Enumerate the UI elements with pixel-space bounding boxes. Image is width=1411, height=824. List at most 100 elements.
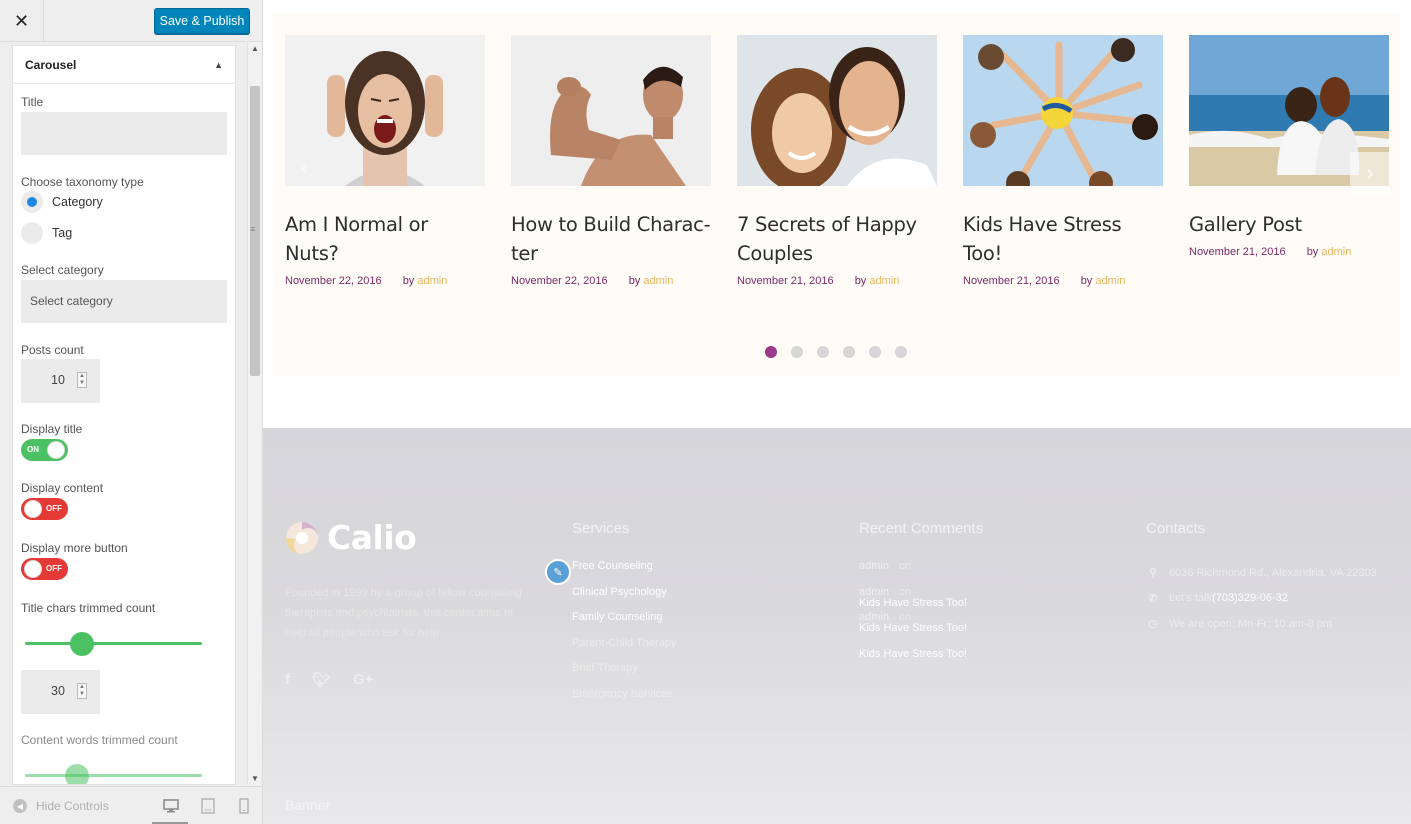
- spinner-icon[interactable]: ▲ ▼: [77, 683, 87, 699]
- section-header[interactable]: Carousel ▲: [13, 46, 235, 84]
- comment-author[interactable]: admin: [859, 560, 889, 572]
- post-meta: November 21, 2016 by admin: [963, 275, 1163, 287]
- title-trim-value: 30: [51, 684, 65, 698]
- service-link[interactable]: Family Counseling: [572, 611, 676, 637]
- post-thumbnail-screaming-woman[interactable]: [285, 35, 485, 186]
- post-title[interactable]: Gallery Post: [1189, 210, 1389, 239]
- post-author[interactable]: admin: [1321, 246, 1351, 258]
- spinner-icon[interactable]: ▲ ▼: [77, 372, 87, 388]
- radio-tag[interactable]: Tag: [21, 222, 72, 244]
- scroll-down-icon[interactable]: ▼: [251, 774, 259, 783]
- post-author[interactable]: admin: [417, 275, 447, 287]
- section-title: Carousel: [25, 57, 77, 72]
- post-by: by: [628, 275, 641, 287]
- post-thumbnail-happy-couple[interactable]: [737, 35, 937, 186]
- title-trim-slider[interactable]: [25, 642, 202, 645]
- carousel-prev-icon[interactable]: ‹: [301, 154, 308, 180]
- service-link[interactable]: Parent-Child Therapy: [572, 637, 676, 663]
- carousel-pagination: [765, 346, 921, 358]
- edit-shortcut-icon[interactable]: ✎: [545, 559, 571, 585]
- posts-carousel: Am I Normal or Nuts? November 22, 2016 b…: [273, 14, 1400, 376]
- service-link[interactable]: Brief Therapy: [572, 662, 676, 688]
- slider-handle[interactable]: [70, 632, 94, 656]
- display-content-toggle[interactable]: OFF: [21, 498, 68, 520]
- title-input[interactable]: [21, 112, 227, 155]
- service-link[interactable]: Clinical Psychology: [572, 586, 676, 612]
- phone-number[interactable]: (703)329-06-32: [1212, 592, 1288, 604]
- pagination-dot[interactable]: [765, 346, 777, 358]
- pagination-dot[interactable]: [791, 346, 803, 358]
- post-date[interactable]: November 21, 2016: [737, 275, 834, 287]
- post-date[interactable]: November 22, 2016: [511, 275, 608, 287]
- post-thumbnail-flexing-man[interactable]: [511, 35, 711, 186]
- post-title[interactable]: How to Build Charac-ter: [511, 210, 711, 268]
- post-date[interactable]: November 21, 2016: [963, 275, 1060, 287]
- category-select[interactable]: Select category: [21, 280, 227, 323]
- sidebar-scrollbar[interactable]: ▲ ▼: [247, 42, 261, 785]
- mobile-icon[interactable]: [236, 798, 252, 814]
- post-meta: November 21, 2016 by admin: [1189, 246, 1389, 258]
- display-more-toggle[interactable]: OFF: [21, 558, 68, 580]
- service-link[interactable]: Free Counseling: [572, 560, 676, 586]
- post-title[interactable]: Am I Normal or Nuts?: [285, 210, 485, 268]
- radio-category[interactable]: Category: [21, 191, 103, 213]
- customizer-footer: ◀ Hide Controls: [0, 786, 262, 824]
- scroll-up-icon[interactable]: ▲: [251, 44, 259, 53]
- post-meta: November 22, 2016 by admin: [285, 275, 485, 287]
- tablet-icon[interactable]: [200, 798, 216, 814]
- toggle-state-text: ON: [27, 445, 39, 454]
- phone-icon: ✆: [1148, 592, 1158, 605]
- comment-author[interactable]: admin: [859, 586, 889, 598]
- carousel-next-button[interactable]: ›: [1350, 152, 1390, 194]
- slider-handle[interactable]: [65, 764, 89, 784]
- carousel-card[interactable]: Am I Normal or Nuts? November 22, 2016 b…: [285, 35, 485, 287]
- post-by: by: [1306, 246, 1319, 258]
- banner-widget-title: Banner: [285, 797, 331, 813]
- service-link[interactable]: Emergency Services: [572, 688, 676, 714]
- title-trim-input[interactable]: 30 ▲ ▼: [21, 670, 100, 714]
- carousel-card[interactable]: How to Build Charac-ter November 22, 201…: [511, 35, 711, 287]
- calio-logo-icon: [286, 521, 318, 554]
- save-publish-button[interactable]: Save & Publish: [154, 8, 250, 34]
- post-thumbnail-kids-circle[interactable]: [963, 35, 1163, 186]
- post-date[interactable]: November 21, 2016: [1189, 246, 1286, 258]
- post-date[interactable]: November 22, 2016: [285, 275, 382, 287]
- hide-controls-button[interactable]: ◀ Hide Controls: [13, 799, 109, 813]
- pagination-dot[interactable]: [817, 346, 829, 358]
- google-plus-icon[interactable]: G+: [353, 671, 373, 689]
- radio-tag-label: Tag: [52, 226, 73, 240]
- pagination-dot[interactable]: [869, 346, 881, 358]
- post-author[interactable]: admin: [869, 275, 899, 287]
- twitter-icon[interactable]: 🐦︎: [312, 671, 331, 689]
- post-title[interactable]: 7 Secrets of Happy Couples: [737, 210, 937, 268]
- post-author[interactable]: admin: [1095, 275, 1125, 287]
- content-trim-slider[interactable]: [25, 774, 202, 777]
- pagination-dot[interactable]: [843, 346, 855, 358]
- radio-unchecked-icon[interactable]: [21, 222, 43, 244]
- comment-author[interactable]: admin: [859, 611, 889, 623]
- close-icon[interactable]: ✕: [0, 0, 44, 42]
- carousel-card[interactable]: 7 Secrets of Happy Couples November 21, …: [737, 35, 937, 287]
- posts-count-value: 10: [51, 373, 65, 387]
- post-author[interactable]: admin: [643, 275, 673, 287]
- display-content-label: Display content: [21, 481, 104, 495]
- post-title[interactable]: Kids Have Stress Too!: [963, 210, 1163, 268]
- facebook-icon[interactable]: f: [285, 671, 290, 689]
- radio-checked-icon[interactable]: [21, 191, 43, 213]
- carousel-card[interactable]: Gallery Post November 21, 2016 by admin: [1189, 35, 1389, 258]
- carousel-card[interactable]: Kids Have Stress Too! November 21, 2016 …: [963, 35, 1163, 287]
- social-links: f 🐦︎ G+: [285, 671, 395, 689]
- collapse-caret-icon[interactable]: ▲: [214, 60, 223, 70]
- toggle-knob: [24, 560, 42, 578]
- pagination-dot[interactable]: [895, 346, 907, 358]
- logo-text: Calio: [327, 518, 417, 557]
- site-footer: Calio Founded in 1999 by a group of fell…: [263, 428, 1411, 824]
- contacts-list: ⚲ 6036 Richmond Rd., Alexandria, VA 2230…: [1146, 560, 1377, 637]
- site-logo[interactable]: Calio: [285, 518, 417, 557]
- display-title-toggle[interactable]: ON: [21, 439, 68, 461]
- desktop-icon[interactable]: [163, 798, 179, 814]
- posts-count-input[interactable]: 10 ▲ ▼: [21, 359, 100, 403]
- hours-text: We are open: Mn-Fr: 10 am-8 pm: [1169, 617, 1333, 630]
- resize-grip-icon[interactable]: ≡: [250, 224, 255, 234]
- comment-post-link[interactable]: Kids Have Stress Too!: [859, 648, 967, 674]
